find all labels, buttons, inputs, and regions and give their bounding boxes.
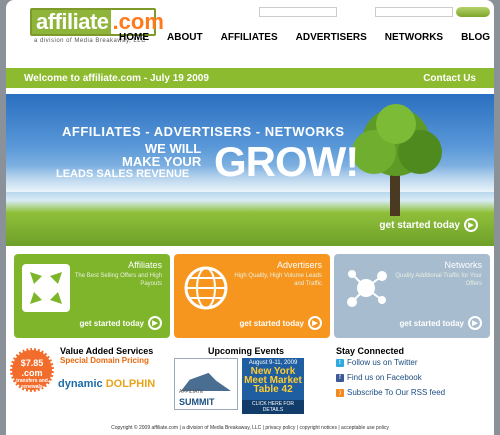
- badge-price: $7.85: [20, 358, 44, 368]
- dolphin-text-a: dynamic: [58, 378, 103, 390]
- meet-market-date: August 9-11, 2009: [248, 360, 298, 366]
- summit-name: SUMMIT: [179, 397, 215, 407]
- advertisers-cta-label: get started today: [239, 318, 304, 328]
- username-input[interactable]: [259, 7, 338, 17]
- nav-affiliates[interactable]: AFFILIATES: [221, 32, 278, 43]
- events-title: Upcoming Events: [208, 346, 285, 356]
- twitter-label: Follow us on Twitter: [347, 358, 418, 367]
- meet-market-banner[interactable]: August 9-11, 2009 New York Meet Market T…: [242, 358, 304, 414]
- meet-market-name: New York Meet Market Table 42: [244, 366, 302, 395]
- hero-leads: LEADS SALES REVENUE: [56, 168, 190, 180]
- logo-affiliate-text: affiliate: [32, 10, 111, 34]
- advertisers-get-started[interactable]: get started today ▶: [240, 316, 322, 330]
- nav-blog[interactable]: BLOG: [461, 32, 490, 43]
- twitter-link[interactable]: t Follow us on Twitter: [336, 358, 445, 367]
- rss-label: Subscribe To Our RSS feed: [347, 388, 446, 397]
- login-button[interactable]: [456, 7, 490, 17]
- facebook-icon: f: [336, 373, 344, 382]
- hero-make-your: MAKE YOUR: [122, 154, 202, 169]
- affiliates-box[interactable]: Affiliates The Best Selling Offers and H…: [14, 254, 170, 338]
- dynamic-dolphin-logo[interactable]: dynamic DOLPHIN: [58, 378, 155, 390]
- arrows-in-icon: [22, 264, 70, 312]
- globe-icon: [184, 266, 228, 310]
- summit-label: AFFILIATE: [179, 389, 204, 395]
- networks-box[interactable]: Networks Quality Additional Traffic for …: [334, 254, 490, 338]
- twitter-icon: t: [336, 358, 344, 367]
- value-added-section: Value Added Services Special Domain Pric…: [60, 346, 153, 365]
- hero-banner[interactable]: AFFILIATES - ADVERTISERS - NETWORKS WE W…: [6, 94, 494, 246]
- affiliates-title: Affiliates: [128, 260, 162, 270]
- dolphin-text-b: DOLPHIN: [105, 378, 156, 390]
- networks-get-started[interactable]: get started today ▶: [400, 316, 482, 330]
- domain-price-badge[interactable]: $7.85 .com transfers and renewals: [10, 348, 54, 392]
- affiliates-sub: The Best Selling Offers and High Payouts: [74, 273, 162, 287]
- meet-market-click: CLICK HERE FOR DETAILS: [242, 400, 304, 414]
- nav-home[interactable]: HOME: [119, 32, 149, 43]
- username-label: username:: [223, 8, 257, 16]
- affiliate-summit-banner[interactable]: AFFILIATE SUMMIT: [174, 358, 238, 410]
- advertisers-box[interactable]: Advertisers High Quality, High Volume Le…: [174, 254, 330, 338]
- special-pricing-link[interactable]: Special Domain Pricing: [60, 356, 153, 365]
- password-input[interactable]: [375, 7, 453, 17]
- advertisers-sub: High Quality, High Volume Leads and Traf…: [234, 273, 322, 287]
- hero-get-started[interactable]: get started today ▶: [379, 218, 478, 232]
- advertisers-title: Advertisers: [276, 260, 322, 270]
- nav-advertisers[interactable]: ADVERTISERS: [296, 32, 367, 43]
- networks-cta-label: get started today: [399, 318, 464, 328]
- networks-sub: Quality Additional Traffic for Your Offe…: [395, 273, 482, 287]
- network-icon: [347, 270, 387, 307]
- facebook-label: Find us on Facebook: [347, 373, 422, 382]
- nav-about[interactable]: ABOUT: [167, 32, 203, 43]
- affiliates-cta-label: get started today: [79, 318, 144, 328]
- contact-us-link[interactable]: Contact Us: [423, 73, 476, 84]
- badge-extra: transfers and renewals: [16, 378, 48, 390]
- play-arrow-icon: ▶: [308, 316, 322, 330]
- site-logo[interactable]: affiliate .com a division of Media Break…: [30, 8, 164, 52]
- logo-com-text: .com: [112, 9, 164, 34]
- affiliates-get-started[interactable]: get started today ▶: [80, 316, 162, 330]
- rss-link[interactable]: ) Subscribe To Our RSS feed: [336, 388, 445, 397]
- hero-grow: GROW!: [214, 138, 359, 185]
- facebook-link[interactable]: f Find us on Facebook: [336, 373, 445, 382]
- welcome-bar: Welcome to affiliate.com - July 19 2009 …: [6, 68, 494, 88]
- events-list: AFFILIATE SUMMIT August 9-11, 2009 New Y…: [174, 358, 304, 414]
- play-arrow-icon: ▶: [148, 316, 162, 330]
- nav-networks[interactable]: NETWORKS: [385, 32, 443, 43]
- password-label: password:: [340, 8, 372, 16]
- play-arrow-icon: ▶: [464, 218, 478, 232]
- hero-subline: WE WILL MAKE YOUR: [122, 142, 201, 168]
- stay-title: Stay Connected: [336, 346, 405, 356]
- stay-connected-section: Stay Connected t Follow us on Twitter f …: [336, 346, 445, 397]
- hero-cta-label: get started today: [379, 219, 460, 231]
- value-added-title: Value Added Services: [60, 346, 154, 356]
- footer: Copyright © 2009 affiliate.com | a divis…: [111, 425, 389, 431]
- badge-com: .com: [21, 368, 43, 378]
- mountain-icon: [181, 365, 231, 391]
- feature-boxes: Affiliates The Best Selling Offers and H…: [14, 254, 490, 338]
- welcome-text: Welcome to affiliate.com - July 19 2009: [24, 73, 209, 84]
- networks-title: Networks: [444, 260, 482, 270]
- rss-icon: ): [336, 388, 344, 397]
- events-section: Upcoming Events: [208, 346, 284, 356]
- play-arrow-icon: ▶: [468, 316, 482, 330]
- login-form: username: password:: [223, 7, 490, 17]
- main-nav: HOME ABOUT AFFILIATES ADVERTISERS NETWOR…: [119, 32, 490, 43]
- hero-headline: AFFILIATES - ADVERTISERS - NETWORKS: [62, 124, 345, 139]
